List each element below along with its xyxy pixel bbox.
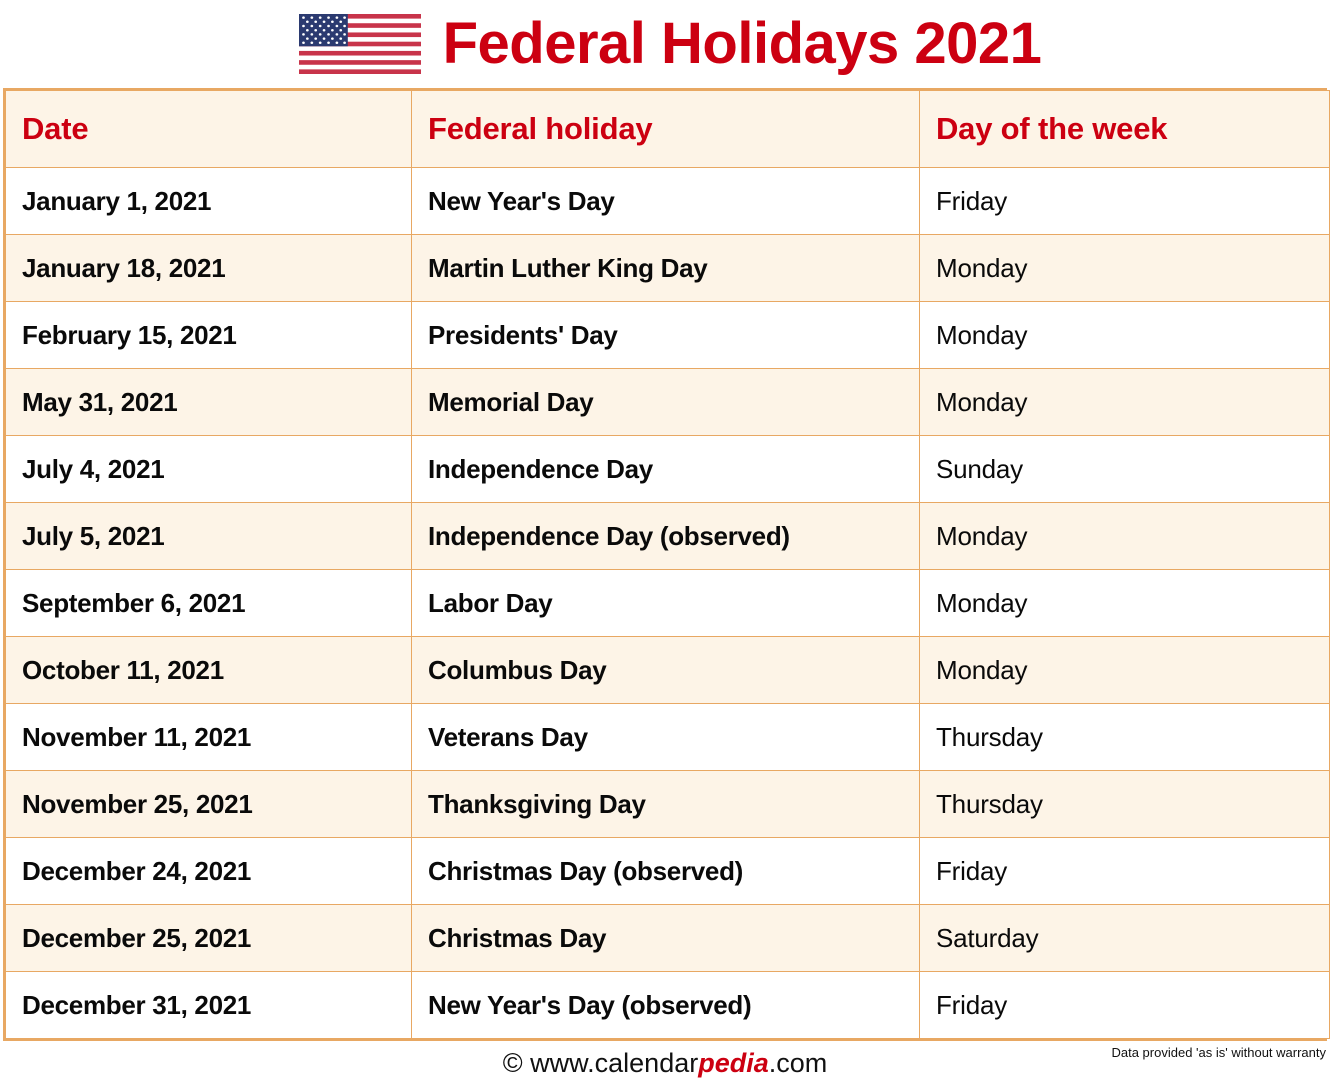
cell-day: Thursday (919, 770, 1330, 838)
cell-name: Labor Day (411, 569, 920, 637)
cell-date: January 18, 2021 (5, 234, 412, 302)
cell-day: Friday (919, 167, 1330, 235)
cell-date: December 24, 2021 (5, 837, 412, 905)
cell-name: Christmas Day (observed) (411, 837, 920, 905)
cell-name: Martin Luther King Day (411, 234, 920, 302)
cell-date: July 4, 2021 (5, 435, 412, 503)
cell-day: Friday (919, 837, 1330, 905)
disclaimer-text: Data provided 'as is' without warranty (1111, 1045, 1326, 1060)
cell-day: Thursday (919, 703, 1330, 771)
cell-day: Monday (919, 636, 1330, 704)
cell-name: Columbus Day (411, 636, 920, 704)
table-row: September 6, 2021 Labor Day Monday (5, 569, 1330, 637)
cell-day: Monday (919, 569, 1330, 637)
table-row: January 1, 2021 New Year's Day Friday (5, 167, 1330, 235)
cell-day: Friday (919, 971, 1330, 1039)
table-row: November 25, 2021 Thanksgiving Day Thursda… (5, 770, 1330, 838)
us-flag-icon (298, 14, 421, 74)
cell-name: Presidents' Day (411, 301, 920, 369)
cell-day: Monday (919, 234, 1330, 302)
cell-name: New Year's Day (411, 167, 920, 235)
cell-day: Monday (919, 502, 1330, 570)
table-row: November 11, 2021 Veterans Day Thursday (5, 703, 1330, 771)
cell-name: Veterans Day (411, 703, 920, 771)
cell-date: September 6, 2021 (5, 569, 412, 637)
site-brand: pedia (698, 1048, 769, 1078)
table-row: July 5, 2021 Independence Day (observed) M… (5, 502, 1330, 570)
column-header-date: Date (5, 90, 412, 168)
cell-day: Monday (919, 368, 1330, 436)
cell-date: May 31, 2021 (5, 368, 412, 436)
table-row: May 31, 2021 Memorial Day Monday (5, 368, 1330, 436)
holidays-table-container: Date Federal holiday Day of the week Jan… (3, 88, 1330, 1041)
column-header-day: Day of the week (919, 90, 1330, 168)
page-title: Federal Holidays 2021 (442, 11, 1042, 76)
cell-date: January 1, 2021 (5, 167, 412, 235)
cell-name: Independence Day (observed) (411, 502, 920, 570)
table-header-row: Date Federal holiday Day of the week (5, 90, 1330, 168)
cell-date: November 25, 2021 (5, 770, 412, 838)
table-row: December 24, 2021 Christmas Day (observed… (5, 837, 1330, 905)
cell-date: February 15, 2021 (5, 301, 412, 369)
cell-name: Memorial Day (411, 368, 920, 436)
cell-date: December 31, 2021 (5, 971, 412, 1039)
table-row: December 25, 2021 Christmas Day Saturday (5, 904, 1330, 972)
cell-name: Thanksgiving Day (411, 770, 920, 838)
site-suffix: .com (768, 1048, 828, 1078)
cell-date: December 25, 2021 (5, 904, 412, 972)
table-header: Date Federal holiday Day of the week (5, 90, 1330, 168)
table-body: January 1, 2021 New Year's Day Friday Janua… (5, 167, 1330, 1039)
cell-name: Independence Day (411, 435, 920, 503)
cell-date: July 5, 2021 (5, 502, 412, 570)
table-row: October 11, 2021 Columbus Day Monday (5, 636, 1330, 704)
cell-day: Sunday (919, 435, 1330, 503)
site-prefix: www.calendar (530, 1048, 699, 1078)
cell-date: October 11, 2021 (5, 636, 412, 704)
cell-name: Christmas Day (411, 904, 920, 972)
table-row: December 31, 2021 New Year's Day (observe… (5, 971, 1330, 1039)
table-row: February 15, 2021 Presidents' Day Monday (5, 301, 1330, 369)
cell-name: New Year's Day (observed) (411, 971, 920, 1039)
cell-day: Monday (919, 301, 1330, 369)
table-row: January 18, 2021 Martin Luther King Day Mo… (5, 234, 1330, 302)
page-header: Federal Holidays 2021 (0, 0, 1330, 88)
federal-holidays-page: Federal Holidays 2021 Date Federal holid… (0, 0, 1330, 1078)
holidays-table: Date Federal holiday Day of the week Jan… (5, 90, 1330, 1039)
cell-day: Saturday (919, 904, 1330, 972)
page-footer: © www.calendarpedia.com Data provided 'a… (0, 1043, 1330, 1083)
column-header-holiday: Federal holiday (411, 90, 920, 168)
copyright-symbol: © (502, 1048, 523, 1078)
table-row: July 4, 2021 Independence Day Sunday (5, 435, 1330, 503)
cell-date: November 11, 2021 (5, 703, 412, 771)
